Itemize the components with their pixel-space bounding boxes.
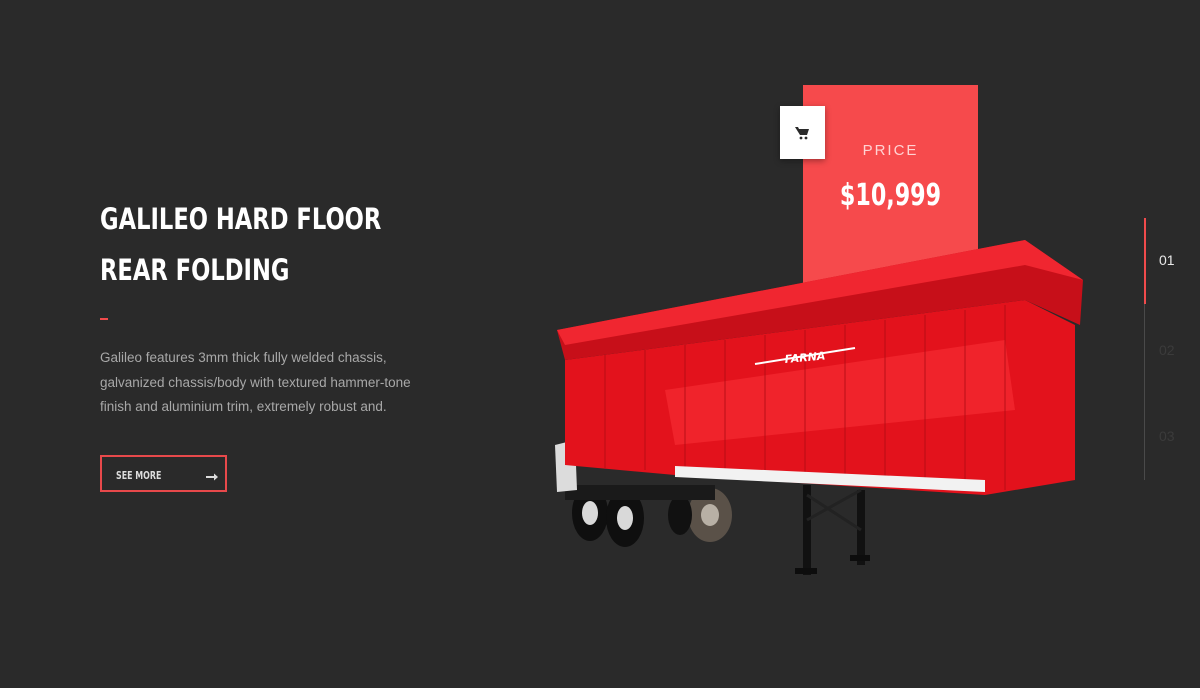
hero-description: Galileo features 3mm thick fully welded … — [100, 350, 411, 414]
hero-title-line-1: GALILEO HARD FLOOR — [100, 202, 382, 236]
title-accent-dash — [100, 318, 108, 320]
landing-gear — [795, 485, 870, 575]
price-label: PRICE — [862, 142, 919, 159]
slider-nav: 01 02 03 — [1144, 218, 1200, 480]
hero-title: GALILEO HARD FLOOR REAR FOLDING — [100, 194, 381, 296]
slide-number-02[interactable]: 02 — [1159, 342, 1175, 358]
slide-number-01[interactable]: 01 — [1159, 252, 1175, 268]
see-more-label: SEE MORE — [116, 469, 162, 482]
trailer-image: FARNA — [555, 240, 1083, 575]
price-value: $10,999 — [839, 178, 942, 213]
slide-number-03[interactable]: 03 — [1159, 428, 1175, 444]
arrow-right-icon — [206, 473, 218, 481]
hero-title-line-2: REAR FOLDING — [100, 253, 290, 287]
see-more-button[interactable]: SEE MORE — [100, 455, 227, 492]
cart-icon — [795, 127, 809, 140]
page-bottom-strip — [0, 688, 1200, 700]
add-to-cart-button[interactable] — [780, 106, 825, 159]
slider-active-indicator — [1144, 218, 1146, 304]
slider-track — [1144, 304, 1145, 480]
